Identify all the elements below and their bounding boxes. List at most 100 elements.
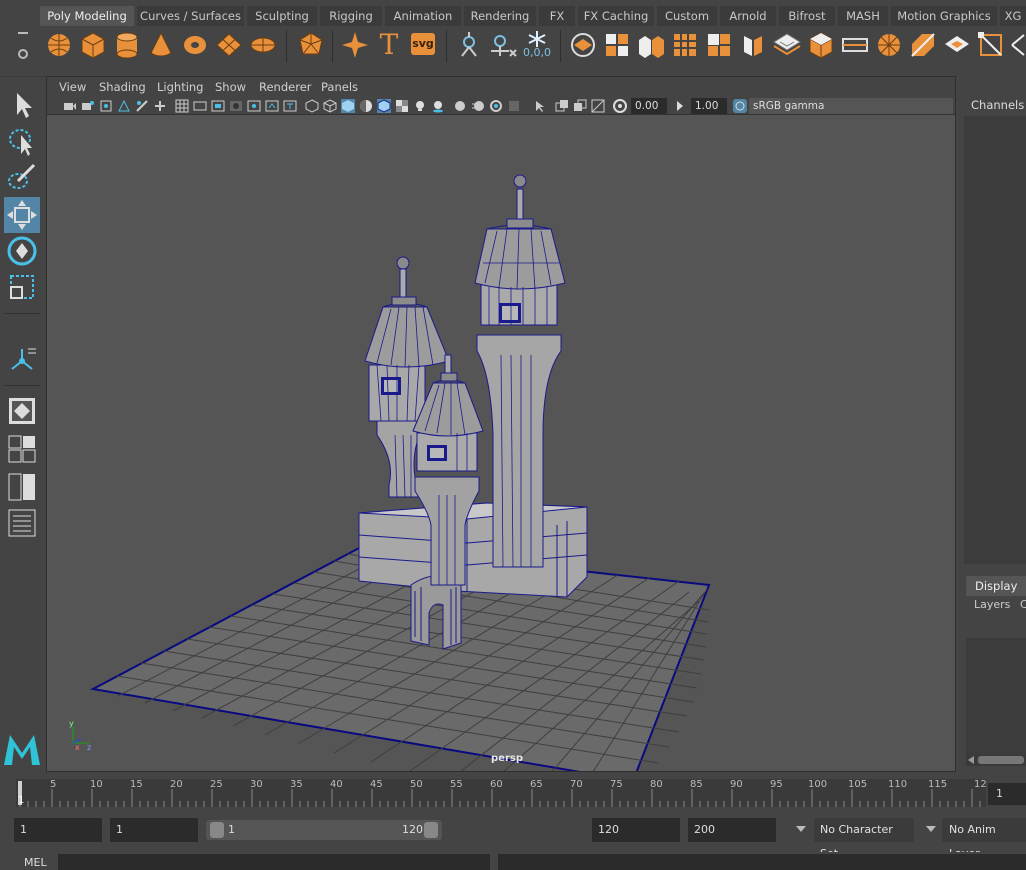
grease-pencil-icon[interactable] <box>135 99 149 113</box>
poly-cylinder-icon[interactable] <box>112 30 142 60</box>
castle-base[interactable] <box>358 502 588 598</box>
time-slider[interactable]: 5 10 15 20 25 30 35 40 45 50 55 60 65 70… <box>0 775 1026 811</box>
reset-transform-icon[interactable] <box>488 30 518 60</box>
layers-menu[interactable]: Layers <box>974 598 1010 611</box>
uv-shell-icon[interactable] <box>568 30 598 60</box>
freeze-transform-icon[interactable]: 0,0,0 <box>522 30 552 60</box>
backface-culling-icon[interactable] <box>591 99 605 113</box>
use-all-lights-icon[interactable] <box>413 99 427 113</box>
reduce-icon[interactable] <box>704 30 734 60</box>
wireframe-on-shaded-icon[interactable] <box>377 99 391 113</box>
camera-attributes-icon[interactable] <box>81 99 95 113</box>
four-view-layout-icon[interactable] <box>4 431 40 467</box>
camera-select-icon[interactable] <box>63 99 77 113</box>
tab-motion-graphics[interactable]: Motion Graphics <box>891 6 997 26</box>
extrude-icon[interactable] <box>806 30 836 60</box>
display-tab[interactable]: Display <box>966 576 1026 596</box>
ambient-occlusion-icon[interactable] <box>453 99 467 113</box>
current-frame-field[interactable]: 1 <box>988 783 1026 805</box>
poly-cube-icon[interactable] <box>78 30 108 60</box>
tab-custom[interactable]: Custom <box>657 6 717 26</box>
anti-aliasing-icon[interactable] <box>489 99 503 113</box>
menu-show[interactable]: Show <box>215 79 246 95</box>
menu-panels[interactable]: Panels <box>321 79 358 95</box>
color-management-icon[interactable] <box>733 99 747 113</box>
sparkle-icon[interactable] <box>340 30 370 60</box>
anim-layer-dropdown[interactable]: No Anim Layer <box>942 818 1026 860</box>
smooth-shade-icon[interactable] <box>341 99 355 113</box>
xray-joints-icon[interactable] <box>555 99 569 113</box>
exposure-field[interactable]: 0.00 <box>631 98 667 114</box>
type-text-icon[interactable]: T <box>374 30 404 60</box>
tab-sculpting[interactable]: Sculpting <box>247 6 317 26</box>
svg-icon[interactable]: svg <box>408 30 438 60</box>
character-set-dropdown[interactable]: No Character Set <box>814 818 914 860</box>
append-polygon-icon[interactable] <box>908 30 938 60</box>
clean-up-icon[interactable] <box>772 30 802 60</box>
anim-layer-chevron-down-icon[interactable] <box>926 826 936 832</box>
gamma-icon[interactable] <box>673 99 687 113</box>
single-view-layout-icon[interactable] <box>4 393 40 429</box>
poly-cone-icon[interactable] <box>146 30 176 60</box>
resolution-gate-icon[interactable] <box>211 99 225 113</box>
xray-components-icon[interactable] <box>573 99 587 113</box>
outliner-layout-icon[interactable] <box>4 505 40 541</box>
tab-animation[interactable]: Animation <box>385 6 461 26</box>
tab-curves-surfaces[interactable]: Curves / Surfaces <box>137 6 244 26</box>
tab-poly-modeling[interactable]: Poly Modeling <box>40 6 134 26</box>
move-tool-icon[interactable] <box>4 197 40 233</box>
select-tool-icon[interactable] <box>4 87 40 123</box>
exposure-icon[interactable] <box>613 99 627 113</box>
tab-fx-caching[interactable]: FX Caching <box>578 6 654 26</box>
tab-bifrost[interactable]: Bifrost <box>779 6 835 26</box>
layers-options-menu[interactable]: C <box>1020 598 1026 611</box>
time-ruler[interactable]: 5 10 15 20 25 30 35 40 45 50 55 60 65 70… <box>16 779 987 807</box>
2d-pan-zoom-icon[interactable] <box>153 99 167 113</box>
rotate-tool-icon[interactable] <box>4 233 40 269</box>
command-input[interactable] <box>58 854 490 870</box>
field-chart-icon[interactable] <box>247 99 261 113</box>
motion-blur-icon[interactable] <box>471 99 485 113</box>
playback-start-field[interactable]: 1 <box>110 818 198 842</box>
two-view-layout-icon[interactable] <box>4 469 40 505</box>
3d-scene[interactable]: y x z <box>47 115 955 783</box>
depth-of-field-icon[interactable] <box>507 99 521 113</box>
scale-tool-icon[interactable] <box>4 269 40 305</box>
tab-rigging[interactable]: Rigging <box>320 6 382 26</box>
channels-area[interactable] <box>964 116 1026 564</box>
mirror-icon[interactable] <box>738 30 768 60</box>
poly-sphere-icon[interactable] <box>44 30 74 60</box>
poly-plane-icon[interactable] <box>214 30 244 60</box>
scroll-left-icon[interactable] <box>968 756 974 764</box>
shadows-icon[interactable] <box>431 99 445 113</box>
fill-hole-icon[interactable] <box>942 30 972 60</box>
image-plane-icon[interactable] <box>117 99 131 113</box>
bookmark-icon[interactable] <box>99 99 113 113</box>
grid-toggle-icon[interactable] <box>175 99 189 113</box>
playback-end-field[interactable]: 120 <box>592 818 680 842</box>
isolate-select-icon[interactable] <box>305 99 319 113</box>
menu-renderer[interactable]: Renderer <box>259 79 312 95</box>
channels-tab[interactable]: Channels <box>971 98 1024 112</box>
mel-label[interactable]: MEL <box>24 856 47 869</box>
platonic-solid-icon[interactable] <box>296 30 326 60</box>
film-gate-icon[interactable] <box>193 99 207 113</box>
color-space-field[interactable]: sRGB gamma <box>749 98 953 114</box>
scroll-thumb[interactable] <box>978 756 1024 764</box>
tab-fx[interactable]: FX <box>539 6 575 26</box>
pivot-tool-icon[interactable] <box>454 30 484 60</box>
bevel-icon[interactable] <box>874 30 904 60</box>
combine-icon[interactable] <box>602 30 632 60</box>
tab-xgen[interactable]: XG <box>1000 6 1026 26</box>
textured-icon[interactable] <box>395 99 409 113</box>
menu-lighting[interactable]: Lighting <box>157 79 203 95</box>
shelf-menu-icon[interactable] <box>6 30 36 64</box>
tab-arnold[interactable]: Arnold <box>720 6 776 26</box>
animation-end-field[interactable]: 200 <box>688 818 776 842</box>
range-end-handle[interactable] <box>424 822 438 838</box>
xray-icon[interactable] <box>533 99 547 113</box>
menu-shading[interactable]: Shading <box>99 79 146 95</box>
gate-mask-icon[interactable] <box>229 99 243 113</box>
paint-select-tool-icon[interactable] <box>4 159 40 195</box>
range-start-handle[interactable] <box>210 822 224 838</box>
